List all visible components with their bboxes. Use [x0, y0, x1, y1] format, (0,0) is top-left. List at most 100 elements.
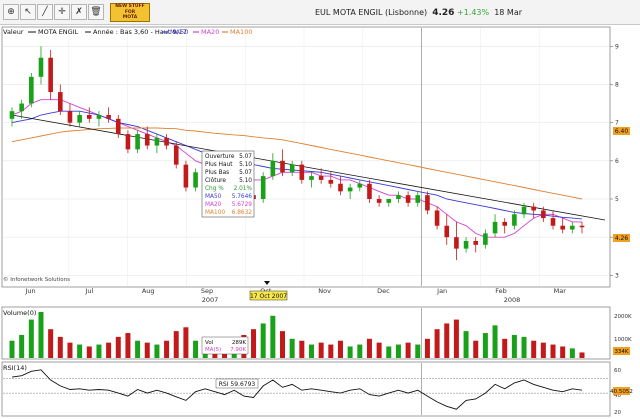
candle-body [29, 76, 34, 104]
volume-panel-frame [1, 306, 611, 360]
candle-body [492, 221, 498, 234]
volume-bar [473, 340, 479, 358]
volume-bar [560, 346, 566, 358]
month-label: Dec [377, 287, 390, 295]
volume-bar [251, 329, 257, 358]
rsi-tick: 20 [614, 410, 621, 416]
volume-bar [67, 342, 73, 358]
tooltip-label: Chg % [205, 186, 224, 192]
candle-body [579, 225, 585, 228]
volume-bar [328, 344, 334, 358]
rsi-panel-frame [1, 361, 611, 417]
candle-body [560, 225, 565, 230]
tooltip-value: 5.6729 [232, 202, 253, 208]
rsi-tag-label: 40.5052 [610, 389, 633, 395]
legend-item: MA100 [230, 28, 252, 36]
cursor-date-label: 17 Oct 2007 [250, 293, 287, 300]
draw-line-icon[interactable]: ╱ [37, 4, 53, 20]
tooltip-label: Plus Bas [205, 170, 229, 176]
x-axis: JunJulAugSepOctNovDecJanFebMar [25, 287, 567, 295]
volume-bar [337, 340, 343, 358]
candle-body [502, 221, 508, 226]
price-tick-label: 5 [615, 196, 619, 203]
candle-body [280, 160, 285, 173]
volume-tooltip-label: MA(5) [205, 347, 221, 353]
volume-bar [48, 329, 54, 358]
volume-tooltip-label: Vol [205, 340, 214, 346]
volume-bar [318, 342, 324, 358]
month-label: Feb [495, 287, 507, 295]
volume-tick: 2000K [614, 314, 632, 320]
volume-tick: 1000K [614, 337, 632, 343]
tooltip-label: MA50 [205, 194, 222, 200]
month-label: Jul [84, 287, 93, 295]
volume-tag-label: 334K [614, 349, 628, 355]
promo-logo[interactable]: NEW STUFF FOR MOTA [110, 3, 150, 22]
tooltip-label: MA100 [205, 210, 225, 216]
legend-item: MOTA ENGIL [38, 28, 79, 36]
volume-bar [521, 336, 527, 358]
price-tick-label: 6 [615, 158, 619, 165]
candle-body [67, 111, 73, 123]
marker-icon[interactable]: ✗ [71, 4, 87, 20]
tooltip-label: Clôture [205, 177, 226, 184]
cross-icon[interactable]: ✛ [54, 4, 70, 20]
volume-bar [492, 325, 498, 358]
volume-bar [579, 352, 585, 358]
month-label: Aug [142, 287, 155, 295]
volume-label: Volume(0) [3, 309, 36, 317]
trash-icon[interactable]: 🗑 [88, 4, 104, 20]
candle-body [38, 57, 44, 77]
volume-bar [376, 342, 382, 358]
volume-bar [106, 342, 112, 358]
volume-bar [57, 336, 63, 358]
volume-bar [19, 334, 25, 358]
volume-bar [289, 338, 295, 358]
candle-body [58, 92, 63, 112]
volume-bar [415, 344, 421, 358]
candle-body [463, 241, 469, 249]
volume-bar [125, 333, 131, 358]
volume-bar [540, 342, 546, 358]
volume-bar [550, 344, 556, 358]
candle-body [434, 210, 440, 226]
volume-bar [569, 348, 575, 358]
volume-bar [183, 327, 189, 358]
month-label: Jan [436, 287, 447, 295]
pointer-icon[interactable]: ↖ [20, 4, 36, 20]
tooltip-value: 6.8632 [232, 210, 253, 216]
candle-body [106, 115, 111, 119]
volume-bar [424, 338, 430, 358]
volume-bar [366, 338, 372, 358]
candle-body [96, 115, 102, 119]
candle-body [473, 241, 479, 245]
volume-bar [434, 329, 440, 358]
candle-body [570, 225, 575, 230]
candle-body [299, 164, 305, 180]
zoom-in-icon[interactable]: ⊕ [3, 4, 19, 20]
candle-body [115, 118, 121, 135]
candle-body [454, 237, 459, 249]
volume-bar [482, 333, 488, 358]
candle-body [173, 145, 179, 165]
promo-line: NEW STUFF [115, 4, 145, 9]
price-tick-label: 9 [615, 43, 619, 50]
volume-bar [502, 338, 508, 358]
volume-bar [444, 323, 450, 358]
volume-bar [270, 315, 276, 358]
tooltip-value: 2.01% [234, 186, 253, 192]
volume-bar [77, 344, 83, 358]
price-tag-current-label: 4.26 [615, 235, 629, 242]
volume-tooltip-value: 7.90K [230, 347, 246, 353]
candle-body [19, 103, 24, 112]
rsi-label: RSI(14) [3, 364, 27, 372]
candle-body [318, 176, 324, 180]
volume-bar [299, 340, 305, 358]
chart-area[interactable]: Valeur MOTA ENGIL Année : Bas 3,60 - Hau… [0, 25, 640, 419]
chart-title: EUL MOTA ENGIL (Lisbonne) 4.26 +1.43% 18… [315, 8, 522, 18]
price-tick-label: 7 [615, 120, 619, 127]
candle-body [386, 199, 392, 203]
tooltip-value: 5.10 [239, 178, 252, 184]
price-axis: 9876543 [610, 43, 619, 279]
candle-body [86, 115, 92, 119]
